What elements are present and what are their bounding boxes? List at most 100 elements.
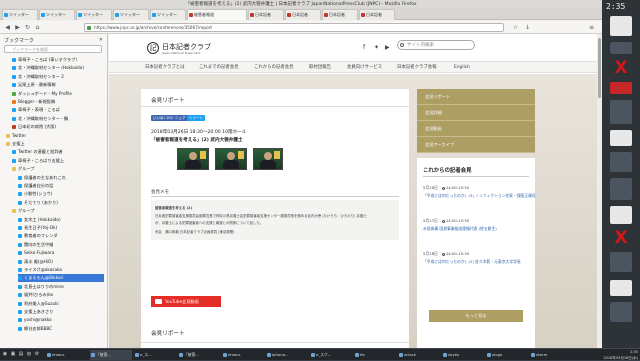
bookmark-item[interactable]: 福井(ひろみ)ko [18,291,104,299]
bookmark-item[interactable]: 清水 美(@HiO) [18,258,104,266]
event-link[interactable]: 水俣病事 園遊事業組成理報代表 (除五郎生) [423,226,497,232]
dock-item[interactable] [610,42,632,54]
browser-icon[interactable]: ◍ [26,351,32,358]
taskbar-item[interactable]: xlogo [486,350,528,360]
twitter-icon[interactable]: ✦ [374,44,379,51]
bookmark-star-icon[interactable]: ☆ [512,24,519,31]
dock-item[interactable] [610,302,632,322]
taskbar-item[interactable]: xclock [398,350,440,360]
share-button[interactable]: シェア [173,115,188,121]
speaker-photo[interactable] [253,148,283,170]
dock-item[interactable] [610,100,632,124]
bookmark-item[interactable]: ライスけ@akasaka [18,266,104,274]
nav-item-upcoming-conferences[interactable]: これからの記者会見 [254,62,294,73]
tab[interactable]: ツイッター [39,9,75,20]
bookmark-item[interactable]: Blogger - 新規投稿 [12,98,104,106]
taskbar-item[interactable]: e_スク... [310,350,352,360]
taskbar-item[interactable]: xterm [530,350,572,360]
nav-item-reports[interactable]: 取材団報告 [309,62,331,73]
bookmark-folder[interactable]: グループ [12,165,104,173]
terminal-icon[interactable]: ▣ [10,351,16,358]
url-bar[interactable]: https://www.jnpc.or.jp/archive/conferenc… [84,23,504,32]
taskbar-item[interactable]: 「被害... [178,350,220,360]
speaker-photo[interactable] [215,148,247,170]
dock-item[interactable] [610,130,632,146]
taskbar-item[interactable]: 「被害... [90,350,132,360]
bookmark-folder[interactable]: 支援上 [6,140,104,148]
taskbar-item[interactable]: e_ス... [134,350,176,360]
facebook-icon[interactable]: f [363,44,365,51]
menu-icon[interactable]: ≡ [588,24,595,31]
xeyes-window[interactable] [610,16,632,36]
bookmark-item[interactable]: 利府美人@Suzuki [18,300,104,308]
like-button[interactable]: いいね! 100 [151,115,175,121]
bookmark-item[interactable]: 北・沖縄取材センター 2 [12,73,104,81]
bookmark-item[interactable]: ダッシュボード - My Profile [12,90,104,98]
bookmark-folder[interactable]: Twitter [6,132,104,140]
back-icon[interactable]: ◀ [4,24,11,31]
dock-item[interactable] [610,206,632,224]
scrollbar-thumb[interactable] [598,38,601,98]
youtube-icon[interactable]: ▶ [385,44,390,51]
xlogo-icon[interactable]: X [612,230,630,247]
nav-item-member-services[interactable]: 会員向けサービス [347,62,382,73]
nav-item-english[interactable]: English [454,62,470,73]
tab[interactable]: 日本記者 [322,9,358,20]
taskbar-item[interactable]: xeyes [442,350,484,360]
close-icon[interactable]: ✕ [99,37,103,43]
bookmark-item[interactable]: 女木工 (Hokkaido) [18,216,104,224]
speaker-photo[interactable] [177,148,209,170]
sidebar-title[interactable]: ブックマーク [4,37,34,44]
bookmark-item[interactable]: 保護者自分の話 [18,182,104,190]
bookmark-search-input[interactable]: ブックマークを検索 [4,45,102,53]
right-menu-archive[interactable]: 会見アーカイブ [417,137,535,153]
youtube-video-button[interactable]: YouTube会見動画 [151,296,221,307]
bookmark-item[interactable]: そだてり (あかり) [18,199,104,207]
bookmark-item[interactable]: 小動性(ショウ) [18,190,104,198]
bookmark-item[interactable]: 北・沖縄取材センター (Hokkaido) [12,64,104,72]
tab[interactable]: 日本記者 [285,9,321,20]
site-search-input[interactable]: サイト内検索 [397,40,475,50]
bookmark-item[interactable]: 長生日子(Yoj-Ok) [18,224,104,232]
downloads-icon[interactable]: ↓ [524,24,531,31]
tab[interactable]: ツイッター [113,9,149,20]
bookmark-item[interactable]: 教育者のフレンダ [18,232,104,240]
nav-item-past-conferences[interactable]: これまでの記者会見 [199,62,239,73]
taskbar-item[interactable]: emacs [222,350,264,360]
dock-item[interactable] [610,252,632,272]
bookmark-item[interactable]: 北・沖縄取材センター - 鶴 [12,115,104,123]
tweet-button[interactable]: ツイート [187,115,205,121]
bookmark-item[interactable]: 関向の生活中継 [18,241,104,249]
files-icon[interactable]: ▤ [18,351,24,358]
bookmark-item[interactable]: yoshi@nakko [18,316,104,324]
dock-item[interactable] [610,280,632,296]
tab[interactable]: ツイッター [2,9,38,20]
bookmark-item[interactable]: 保護者の主なあれこれ [18,174,104,182]
event-link[interactable]: 「平成とは何だったのか」(3) ノンフィクション作家・保阪正康氏 [423,193,536,199]
taskbar-item[interactable]: iphona... [266,350,308,360]
tab[interactable]: 日本記者 [359,9,395,20]
settings-icon[interactable]: ⚙ [34,351,40,358]
nav-item-about[interactable]: 日本記者クラブとは [145,62,185,73]
right-menu-video[interactable]: 会見動画 [417,121,535,137]
event-link[interactable]: 「平成とは何だったのか」(2) 佐々木毅・元東京大学学長 [423,259,521,265]
right-menu-report[interactable]: 会見リポート [417,89,535,105]
tab[interactable]: 日本記者 [248,9,284,20]
dock-item[interactable] [610,152,632,172]
bookmark-item[interactable]: くまえもん@Bikkuri [18,274,104,283]
dock-item[interactable] [610,82,632,94]
bookmark-folder[interactable]: グループ [12,207,104,215]
bookmark-item[interactable]: Seiko-Fujiwara [18,249,104,257]
bookmark-item[interactable]: 車椅子・ころばり支援上 [12,157,104,165]
more-button[interactable]: もっと見る [429,310,523,322]
bookmark-item[interactable]: 足尾上原 - 最新情報 [12,81,104,89]
taskbar-item[interactable]: ttc [354,350,396,360]
dock-item[interactable] [610,178,632,200]
tab[interactable]: ツイッター [150,9,186,20]
bookmark-item[interactable]: 郷谷史郎BBBC [18,325,104,333]
site-logo[interactable]: 記 日本記者クラブ Japan National Press Club [147,42,215,56]
tab[interactable]: ツイッター [76,9,112,20]
tab-active[interactable]: 被害者報道 [187,9,247,20]
bookmark-item[interactable]: 日本初の病院 (大阪) [12,123,104,131]
app-menu-icon[interactable]: ◉ [2,351,8,358]
